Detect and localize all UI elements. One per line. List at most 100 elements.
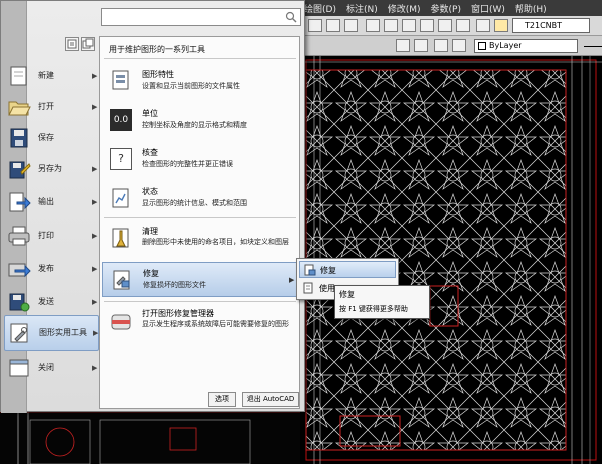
submenu-item-recovery-manager[interactable]: 打开图形修复管理器 显示发生程序或系统故障后可能需要修复的图形	[102, 303, 299, 347]
submenu-item-title: 核查	[142, 148, 158, 157]
menu-item-publish-label: 发布	[38, 264, 54, 273]
tooltip-title: 修复	[339, 290, 355, 299]
design-center-icon[interactable]	[384, 19, 398, 32]
submenu-item-drawing-properties[interactable]: 图形特性 设置和显示当前图形的文件属性	[102, 64, 299, 98]
submenu-item-recover[interactable]: 修复 修复损坏的图形文件 ▶	[102, 262, 299, 297]
menu-item-open[interactable]: 打开 ▶	[4, 90, 99, 124]
submenu-item-desc: 显示发生程序或系统故障后可能需要修复的图形	[142, 320, 289, 328]
tooltip: 修复 按 F1 键获得更多帮助	[334, 285, 430, 319]
menu-dimension[interactable]: 标注(N)	[346, 2, 378, 15]
submenu-item-status[interactable]: 状态 显示图形的统计信息、模式和范围	[102, 181, 299, 215]
submenu-item-units[interactable]: 0.0 单位 控制坐标及角度的显示格式和精度	[102, 103, 299, 137]
zoom-window-icon[interactable]	[326, 19, 340, 32]
menu-help[interactable]: 帮助(H)	[515, 2, 547, 15]
submenu-item-title: 打开图形修复管理器	[142, 309, 214, 318]
submenu-item-purge[interactable]: 清理 删除图形中未使用的命名项目，如块定义和图层	[102, 221, 299, 259]
sheet-set-icon[interactable]	[420, 19, 434, 32]
open-folder-icon	[8, 101, 31, 116]
submenu-item-title: 状态	[142, 187, 158, 196]
layer-manager-icon[interactable]	[452, 39, 466, 52]
layer-previous-icon[interactable]	[396, 39, 410, 52]
options-button[interactable]: 选项	[208, 392, 236, 407]
menu-item-new[interactable]: 新建 ▶	[4, 59, 99, 93]
search-box[interactable]	[101, 8, 301, 26]
submenu-item-audit[interactable]: ? 核查 检查图形的完整性并更正错误	[102, 142, 299, 176]
color-swatch-icon	[478, 42, 486, 50]
menu-item-publish[interactable]: 发布 ▶	[4, 252, 99, 286]
flyout-item-recover[interactable]: 修复	[299, 261, 396, 278]
publish-icon	[8, 263, 31, 278]
drawing-properties-icon	[112, 70, 129, 90]
menu-item-print-label: 打印	[38, 231, 54, 240]
units-icon: 0.0	[110, 109, 132, 131]
recover-icon	[113, 270, 130, 290]
menu-item-save-as[interactable]: 另存为 ▶	[4, 152, 99, 186]
chevron-right-icon: ▶	[92, 232, 98, 240]
recover-xref-icon	[303, 282, 313, 294]
menu-window[interactable]: 窗口(W)	[471, 2, 505, 15]
layer-make-current-icon[interactable]	[414, 39, 428, 52]
text-style-icon[interactable]	[494, 19, 508, 32]
menu-draw[interactable]: 绘图(D)	[304, 2, 336, 15]
menu-item-close[interactable]: 关闭 ▶	[4, 351, 99, 385]
layer-match-icon[interactable]	[434, 39, 448, 52]
recover-icon	[304, 264, 316, 276]
menu-item-save[interactable]: 保存	[4, 121, 99, 155]
open-documents-icon[interactable]	[81, 37, 95, 51]
menu-item-new-label: 新建	[38, 71, 54, 80]
color-dropdown[interactable]: ByLayer	[474, 39, 578, 53]
search-input[interactable]	[104, 10, 282, 24]
submenu-item-desc: 显示图形的统计信息、模式和范围	[142, 199, 247, 207]
properties-icon[interactable]	[366, 19, 380, 32]
drawing-utilities-icon	[10, 323, 28, 343]
menu-item-export[interactable]: 输出 ▶	[4, 185, 99, 219]
flyout-item-label: 使用	[319, 284, 335, 293]
submenu-item-desc: 控制坐标及角度的显示格式和精度	[142, 121, 247, 129]
flyout-item-label: 修复	[320, 266, 336, 275]
menu-item-close-label: 关闭	[38, 363, 54, 372]
text-style-dropdown[interactable]: T21CNBT	[512, 18, 590, 33]
tool-palettes-icon[interactable]	[402, 19, 416, 32]
new-document-icon	[10, 66, 27, 86]
menu-modify[interactable]: 修改(M)	[388, 2, 421, 15]
cad-menubar: 绘图(D) 标注(N) 修改(M) 参数(P) 窗口(W) 帮助(H)	[300, 0, 602, 16]
menu-item-export-label: 输出	[38, 197, 54, 206]
zoom-realtime-icon[interactable]	[308, 19, 322, 32]
divider	[104, 58, 296, 59]
chevron-right-icon: ▶	[92, 198, 98, 206]
menu-item-open-label: 打开	[38, 102, 54, 111]
menu-item-send-label: 发送	[38, 297, 54, 306]
submenu-item-title: 图形特性	[142, 70, 174, 79]
chevron-right-icon: ▶	[92, 72, 98, 80]
chevron-right-icon: ▶	[93, 329, 99, 337]
divider	[104, 301, 296, 302]
submenu-item-title: 清理	[142, 227, 158, 236]
text-style-value: T21CNBT	[525, 21, 563, 30]
linetype-preview	[584, 46, 602, 47]
menu-item-print[interactable]: 打印 ▶	[4, 219, 99, 253]
menu-item-drawing-utilities[interactable]: 图形实用工具 ▶	[4, 315, 99, 351]
chevron-right-icon: ▶	[289, 276, 295, 284]
submenu-item-desc: 删除图形中未使用的命名项目，如块定义和图层	[142, 238, 289, 246]
drawing-utilities-submenu: 用于维护图形的一系列工具 图形特性 设置和显示当前图形的文件属性 0.0 单位 …	[99, 36, 300, 409]
application-menu: 新建 ▶ 打开 ▶ 保存 另存为 ▶ 输出 ▶ 打印 ▶ 发布 ▶ 发送 ▶ 图…	[0, 0, 305, 413]
menu-parametric[interactable]: 参数(P)	[431, 2, 461, 15]
layers-toolbar: ByLayer	[300, 36, 602, 56]
export-icon	[9, 192, 31, 212]
close-document-icon	[9, 359, 29, 377]
markup-icon[interactable]	[438, 19, 452, 32]
submenu-header: 用于维护图形的一系列工具	[109, 45, 205, 54]
save-as-icon	[9, 161, 31, 179]
submenu-item-desc: 设置和显示当前图形的文件属性	[142, 82, 240, 90]
search-icon[interactable]	[285, 11, 297, 23]
help-icon[interactable]	[476, 19, 490, 32]
calculator-icon[interactable]	[456, 19, 470, 32]
printer-icon	[8, 226, 30, 246]
menu-item-send[interactable]: 发送 ▶	[4, 285, 99, 319]
recent-documents-icon[interactable]	[65, 37, 79, 51]
purge-icon	[112, 228, 129, 248]
zoom-previous-icon[interactable]	[344, 19, 358, 32]
color-value: ByLayer	[489, 41, 522, 50]
chevron-right-icon: ▶	[92, 103, 98, 111]
exit-autocad-button[interactable]: 退出 AutoCAD	[242, 392, 299, 407]
